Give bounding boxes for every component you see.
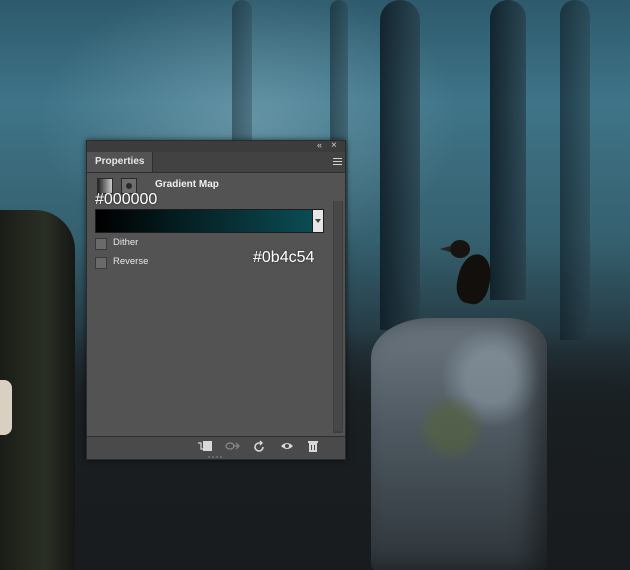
cloaked-figure [0, 210, 75, 570]
tree-trunk [232, 0, 252, 150]
clip-to-layer-icon[interactable] [195, 440, 215, 456]
gravestone [371, 318, 547, 570]
panel-menu-icon[interactable] [330, 156, 342, 168]
reverse-checkbox[interactable] [95, 257, 107, 269]
gradient-start-color-label: #000000 [95, 191, 158, 208]
panel-resize-grip[interactable] [208, 456, 224, 458]
collapse-panel-icon[interactable]: « [317, 140, 327, 151]
panel-bottom-toolbar [87, 436, 345, 459]
tree-trunk [560, 0, 590, 340]
visibility-eye-icon[interactable] [277, 440, 297, 456]
tree-trunk [490, 0, 526, 300]
crow [440, 240, 495, 318]
tab-properties[interactable]: Properties [87, 152, 154, 172]
view-previous-state-icon[interactable] [222, 440, 242, 456]
panel-scrollbar[interactable] [333, 201, 343, 433]
adjustment-title: Gradient Map [155, 179, 219, 190]
close-icon[interactable]: × [331, 140, 341, 151]
dither-checkbox[interactable] [95, 238, 107, 250]
gradient-end-color-label: #0b4c54 [253, 249, 315, 266]
tree-trunk [380, 0, 420, 330]
panel-scrollbar-thumb[interactable] [334, 201, 342, 431]
reset-icon[interactable] [249, 440, 269, 456]
figure-hand [0, 380, 12, 435]
gradient-preview-bar[interactable] [95, 209, 313, 233]
panel-tab-bar: Properties [87, 152, 345, 173]
trash-icon[interactable] [303, 440, 323, 456]
panel-title-strip: « × [87, 140, 345, 152]
dither-label: Dither [113, 237, 139, 248]
gradient-dropdown-button[interactable] [312, 209, 324, 233]
properties-panel: « × Properties Gradient Map #000000 Dith… [86, 140, 346, 460]
reverse-label: Reverse [113, 256, 149, 267]
